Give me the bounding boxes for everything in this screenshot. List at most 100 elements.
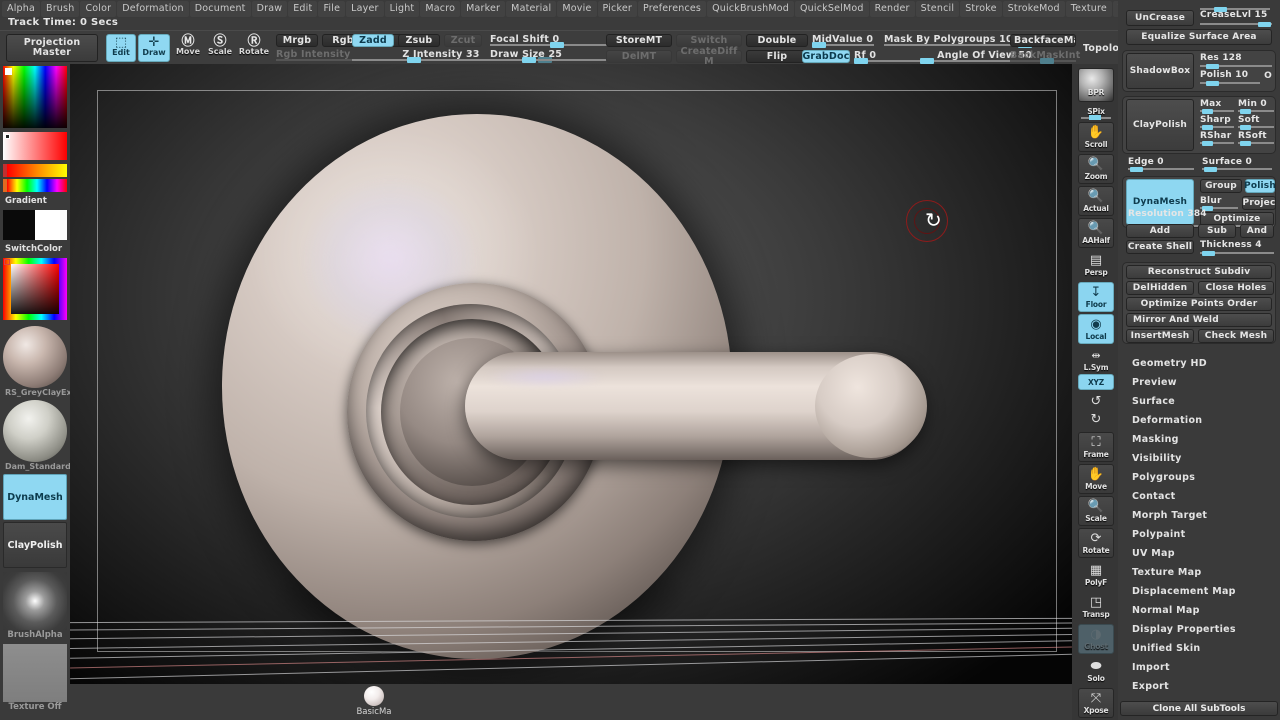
rotate-arrow-2[interactable]: ↻ — [1078, 410, 1114, 428]
zadd-button-top[interactable]: Zadd — [352, 34, 394, 47]
delhidden-button[interactable]: DelHidden — [1126, 281, 1194, 295]
ghost-button[interactable]: ◑ Ghost — [1078, 624, 1114, 654]
edit-button[interactable]: ⬚ Edit — [106, 34, 136, 62]
transp-button[interactable]: ◳ Transp — [1078, 592, 1114, 622]
group-button[interactable]: Group — [1200, 179, 1242, 193]
equalize-surface-area-button[interactable]: Equalize Surface Area — [1126, 29, 1272, 45]
xyz-button[interactable]: XYZ — [1078, 374, 1114, 390]
menu-item-strokemod[interactable]: StrokeMod — [1002, 1, 1065, 17]
menu-item-alpha[interactable]: Alpha — [2, 1, 41, 17]
draw-button[interactable]: ✛ Draw — [138, 34, 170, 62]
reconstruct-subdiv-button[interactable]: Reconstruct Subdiv — [1126, 265, 1272, 279]
menu-item-stroke[interactable]: Stroke — [960, 1, 1002, 17]
section-header-unified-skin[interactable]: Unified Skin — [1132, 643, 1200, 654]
menu-item-edit[interactable]: Edit — [288, 1, 318, 17]
color-bar-rainbow[interactable] — [3, 179, 67, 192]
color-picker-main[interactable] — [3, 66, 67, 128]
local-button[interactable]: ◉ Local — [1078, 314, 1114, 344]
rsoft-slider[interactable]: RSoft — [1238, 131, 1274, 146]
create-shell-button[interactable]: Create Shell — [1126, 240, 1194, 254]
midvalue-slider[interactable]: MidValue 0 — [812, 34, 874, 48]
section-header-geometry-hd[interactable]: Geometry HD — [1132, 358, 1207, 369]
flip-button[interactable]: Flip — [746, 50, 808, 63]
xpose-button[interactable]: ⤧ Xpose — [1078, 688, 1114, 718]
crease-top-slider[interactable] — [1200, 3, 1270, 12]
polish-button[interactable]: Polish — [1244, 179, 1276, 193]
secondary-color-swatch[interactable] — [35, 210, 67, 240]
primary-color-swatch[interactable] — [3, 210, 35, 240]
creaselvl-slider[interactable]: CreaseLvl 15 — [1200, 10, 1272, 27]
section-header-contact[interactable]: Contact — [1132, 491, 1176, 502]
rshar-slider[interactable]: RShar — [1200, 131, 1234, 146]
section-header-uv-map[interactable]: UV Map — [1132, 548, 1175, 559]
gizmo-move-button[interactable]: ✋ Move — [1078, 464, 1114, 494]
sub-button[interactable]: Sub — [1198, 224, 1236, 238]
menu-item-file[interactable]: File — [318, 1, 346, 17]
brush-thumb-1[interactable] — [3, 400, 67, 462]
lsym-button[interactable]: ⇹ L.Sym — [1078, 346, 1114, 374]
menu-item-layer[interactable]: Layer — [346, 1, 384, 17]
menu-item-deformation[interactable]: Deformation — [117, 1, 189, 17]
mrgb-button[interactable]: Mrgb — [276, 34, 318, 47]
check-mesh-button[interactable]: Check Mesh — [1198, 329, 1274, 343]
color-bar-warm[interactable] — [3, 164, 67, 177]
menu-item-marker[interactable]: Marker — [461, 1, 506, 17]
menu-item-picker[interactable]: Picker — [597, 1, 637, 17]
spix-slider[interactable]: SPix — [1078, 104, 1114, 120]
menu-item-quickselmod[interactable]: QuickSelMod — [795, 1, 869, 17]
add-button[interactable]: Add — [1126, 224, 1194, 238]
zsub-button[interactable]: Zsub — [398, 34, 440, 47]
section-header-display-properties[interactable]: Display Properties — [1132, 624, 1236, 635]
backmaskint-slider[interactable]: BackMaskInt — [1010, 50, 1080, 64]
close-holes-button[interactable]: Close Holes — [1198, 281, 1274, 295]
polyf-button[interactable]: ▦ PolyF — [1078, 560, 1114, 590]
section-header-displacement-map[interactable]: Displacement Map — [1132, 586, 1236, 597]
clone-all-subtools-button[interactable]: Clone All SubTools — [1120, 701, 1278, 716]
zcut-button[interactable]: Zcut — [444, 34, 482, 47]
menu-item-material[interactable]: Material — [506, 1, 557, 17]
claypolish-button[interactable]: ClayPolish — [1126, 99, 1194, 151]
brush-alpha-thumb[interactable] — [3, 572, 67, 630]
gizmo-rotate-button[interactable]: ⟳ Rotate — [1078, 528, 1114, 558]
res-slider[interactable]: Res 128 — [1200, 53, 1272, 69]
section-header-morph-target[interactable]: Morph Target — [1132, 510, 1207, 521]
and-button[interactable]: And — [1240, 224, 1274, 238]
menu-item-brush[interactable]: Brush — [41, 1, 80, 17]
menu-item-preferences[interactable]: Preferences — [638, 1, 707, 17]
menu-item-stencil[interactable]: Stencil — [915, 1, 960, 17]
blur-slider[interactable]: Blur — [1200, 196, 1238, 211]
section-header-surface[interactable]: Surface — [1132, 396, 1175, 407]
menu-item-quickbrushmod[interactable]: QuickBrushMod — [707, 1, 794, 17]
gizmo-scale-button[interactable]: 🔍 Scale — [1078, 496, 1114, 526]
polish-slider[interactable]: Polish 10 — [1200, 70, 1260, 86]
storemt-button[interactable]: StoreMT — [606, 34, 672, 47]
rotate-button[interactable]: Ⓡ Rotate — [238, 34, 270, 62]
section-header-visibility[interactable]: Visibility — [1132, 453, 1182, 464]
thickness-slider[interactable]: Thickness 4 — [1200, 240, 1274, 256]
persp-button[interactable]: ▤ Persp — [1078, 250, 1114, 280]
rotate-arrow-1[interactable]: ↺ — [1078, 392, 1114, 410]
menu-item-light[interactable]: Light — [384, 1, 420, 17]
color-picker-secondary[interactable] — [3, 132, 67, 160]
menu-item-color[interactable]: Color — [80, 1, 117, 17]
double-button[interactable]: Double — [746, 34, 808, 47]
section-header-import[interactable]: Import — [1132, 662, 1170, 673]
shadowbox-button[interactable]: ShadowBox — [1126, 53, 1194, 89]
solo-button[interactable]: ⬬ Solo — [1078, 656, 1114, 686]
section-header-normal-map[interactable]: Normal Map — [1132, 605, 1200, 616]
backfacemask-button[interactable]: BackfaceMas — [1010, 34, 1076, 47]
aahalf-button[interactable]: 🔍 AAHalf — [1078, 218, 1114, 248]
min-slider[interactable]: Min 0 — [1238, 99, 1274, 114]
surface-slider[interactable]: Surface 0 — [1202, 157, 1272, 172]
polish-toggle-button[interactable]: O — [1262, 70, 1274, 82]
section-header-deformation[interactable]: Deformation — [1132, 415, 1202, 426]
menu-item-render[interactable]: Render — [869, 1, 915, 17]
creatediff-button[interactable]: CreateDiff M — [676, 46, 742, 66]
scale-button[interactable]: Ⓢ Scale — [206, 34, 234, 62]
edge-slider[interactable]: Edge 0 — [1128, 157, 1194, 172]
move-button[interactable]: Ⓜ Move — [174, 34, 202, 62]
material-thumb-1[interactable] — [3, 326, 67, 388]
section-header-polygroups[interactable]: Polygroups — [1132, 472, 1195, 483]
section-header-polypaint[interactable]: Polypaint — [1132, 529, 1185, 540]
menu-item-document[interactable]: Document — [189, 1, 251, 17]
